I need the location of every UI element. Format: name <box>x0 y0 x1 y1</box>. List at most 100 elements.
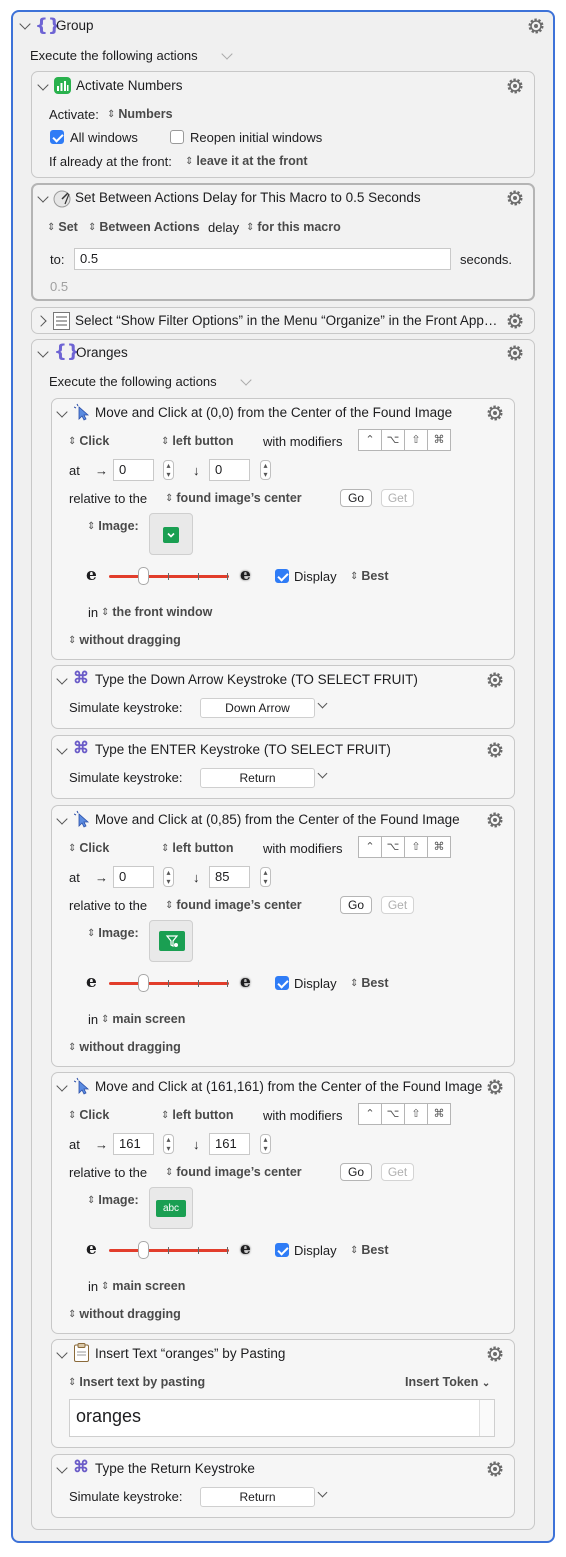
dragging-popup[interactable]: ⇕ without dragging <box>68 1307 181 1321</box>
y-input[interactable]: 0 <box>209 459 250 481</box>
collapse-chevron[interactable] <box>37 191 49 203</box>
gear-icon[interactable] <box>485 403 505 423</box>
all-windows-checkbox[interactable] <box>50 130 64 144</box>
screen-popup[interactable]: ⇕ main screen <box>101 1012 185 1026</box>
x-stepper[interactable]: ▴ ▾ <box>163 460 174 480</box>
relative-popup[interactable]: ⇕ found image’s center <box>165 491 302 505</box>
gear-icon[interactable] <box>485 810 505 830</box>
collapse-chevron[interactable] <box>56 813 68 825</box>
x-stepper[interactable]: ▴ ▾ <box>163 1134 174 1154</box>
x-input[interactable]: 0 <box>113 866 154 888</box>
expand-chevron[interactable] <box>35 315 47 327</box>
editor-scrollbar[interactable] <box>479 1400 494 1436</box>
gear-icon[interactable] <box>485 670 505 690</box>
between-popup[interactable]: ⇕ Between Actions <box>88 220 200 234</box>
y-stepper[interactable]: ▴ ▾ <box>260 460 271 480</box>
get-button[interactable]: Get <box>381 896 414 914</box>
button-popup[interactable]: ⇕ left button <box>161 1108 233 1122</box>
collapse-chevron[interactable] <box>56 1347 68 1359</box>
slider-knob[interactable] <box>138 974 149 992</box>
gear-icon[interactable] <box>505 311 525 331</box>
dragging-popup[interactable]: ⇕ without dragging <box>68 633 181 647</box>
gear-icon[interactable] <box>485 1344 505 1364</box>
collapse-chevron[interactable] <box>56 406 68 418</box>
slider-knob[interactable] <box>138 1241 149 1259</box>
tolerance-slider[interactable] <box>109 575 229 578</box>
keystroke-field[interactable]: Return <box>200 1487 315 1507</box>
control-key[interactable]: ⌃ <box>359 1104 382 1124</box>
collapse-chevron[interactable] <box>56 1080 68 1092</box>
click-popup[interactable]: ⇕ Click <box>68 434 109 448</box>
gear-icon[interactable] <box>485 1459 505 1479</box>
x-stepper[interactable]: ▴ ▾ <box>163 867 174 887</box>
collapse-chevron[interactable] <box>37 346 49 358</box>
gear-icon[interactable] <box>485 740 505 760</box>
y-input[interactable]: 85 <box>209 866 250 888</box>
delay-input[interactable]: 0.5 <box>74 248 451 270</box>
reopen-windows-checkbox[interactable] <box>170 130 184 144</box>
gear-icon[interactable] <box>505 188 525 208</box>
click-popup[interactable]: ⇕ Click <box>68 1108 109 1122</box>
gear-icon[interactable] <box>505 76 525 96</box>
collapse-chevron[interactable] <box>56 743 68 755</box>
best-popup[interactable]: ⇕ Best <box>350 1243 388 1257</box>
best-popup[interactable]: ⇕ Best <box>350 976 388 990</box>
screen-popup[interactable]: ⇕ main screen <box>101 1279 185 1293</box>
collapse-chevron[interactable] <box>37 79 49 91</box>
slider-knob[interactable] <box>138 567 149 585</box>
relative-popup[interactable]: ⇕ found image’s center <box>165 1165 302 1179</box>
x-input[interactable]: 0 <box>113 459 154 481</box>
gear-icon[interactable] <box>505 343 525 363</box>
go-button[interactable]: Go <box>340 896 372 914</box>
shift-key[interactable]: ⇧ <box>405 837 428 857</box>
gear-icon[interactable] <box>526 16 546 36</box>
option-key[interactable]: ⌥ <box>382 430 405 450</box>
shift-key[interactable]: ⇧ <box>405 430 428 450</box>
get-button[interactable]: Get <box>381 489 414 507</box>
keystroke-field[interactable]: Down Arrow <box>200 698 315 718</box>
insert-mode-popup[interactable]: ⇕ Insert text by pasting <box>68 1375 205 1389</box>
tolerance-slider[interactable] <box>109 982 229 985</box>
gear-icon[interactable] <box>485 1077 505 1097</box>
dragging-popup[interactable]: ⇕ without dragging <box>68 1040 181 1054</box>
command-key[interactable]: ⌘ <box>428 837 450 857</box>
screen-popup[interactable]: ⇕ the front window <box>101 605 212 619</box>
image-well[interactable] <box>149 513 193 555</box>
relative-popup[interactable]: ⇕ found image’s center <box>165 898 302 912</box>
front-popup[interactable]: ⇕ leave it at the front <box>185 154 308 168</box>
modifier-keys[interactable]: ⌃ ⌥ ⇧ ⌘ <box>358 1103 451 1125</box>
app-popup[interactable]: ⇕ Numbers <box>107 107 173 121</box>
display-checkbox[interactable] <box>275 1243 289 1257</box>
y-stepper[interactable]: ▴ ▾ <box>260 1134 271 1154</box>
image-well[interactable]: abc <box>149 1187 193 1229</box>
insert-token-menu[interactable]: Insert Token ⌄ <box>405 1375 490 1389</box>
set-popup[interactable]: ⇕ Set <box>47 220 78 234</box>
collapse-chevron[interactable] <box>56 1462 68 1474</box>
modifier-keys[interactable]: ⌃ ⌥ ⇧ ⌘ <box>358 836 451 858</box>
x-input[interactable]: 161 <box>113 1133 154 1155</box>
text-editor[interactable]: oranges <box>69 1399 495 1437</box>
best-popup[interactable]: ⇕ Best <box>350 569 388 583</box>
execute-dropdown-chevron[interactable] <box>240 374 252 386</box>
go-button[interactable]: Go <box>340 489 372 507</box>
scope-popup[interactable]: ⇕ for this macro <box>246 220 341 234</box>
collapse-chevron[interactable] <box>56 673 68 685</box>
y-input[interactable]: 161 <box>209 1133 250 1155</box>
execute-dropdown-chevron[interactable] <box>221 48 233 60</box>
keystroke-dropdown-icon[interactable] <box>317 768 328 779</box>
display-checkbox[interactable] <box>275 976 289 990</box>
button-popup[interactable]: ⇕ left button <box>161 841 233 855</box>
option-key[interactable]: ⌥ <box>382 1104 405 1124</box>
modifier-keys[interactable]: ⌃ ⌥ ⇧ ⌘ <box>358 429 451 451</box>
command-key[interactable]: ⌘ <box>428 430 450 450</box>
control-key[interactable]: ⌃ <box>359 837 382 857</box>
button-popup[interactable]: ⇕ left button <box>161 434 233 448</box>
collapse-chevron[interactable] <box>19 18 31 30</box>
image-well[interactable] <box>149 920 193 962</box>
display-checkbox[interactable] <box>275 569 289 583</box>
tolerance-slider[interactable] <box>109 1249 229 1252</box>
option-key[interactable]: ⌥ <box>382 837 405 857</box>
command-key[interactable]: ⌘ <box>428 1104 450 1124</box>
y-stepper[interactable]: ▴ ▾ <box>260 867 271 887</box>
click-popup[interactable]: ⇕ Click <box>68 841 109 855</box>
